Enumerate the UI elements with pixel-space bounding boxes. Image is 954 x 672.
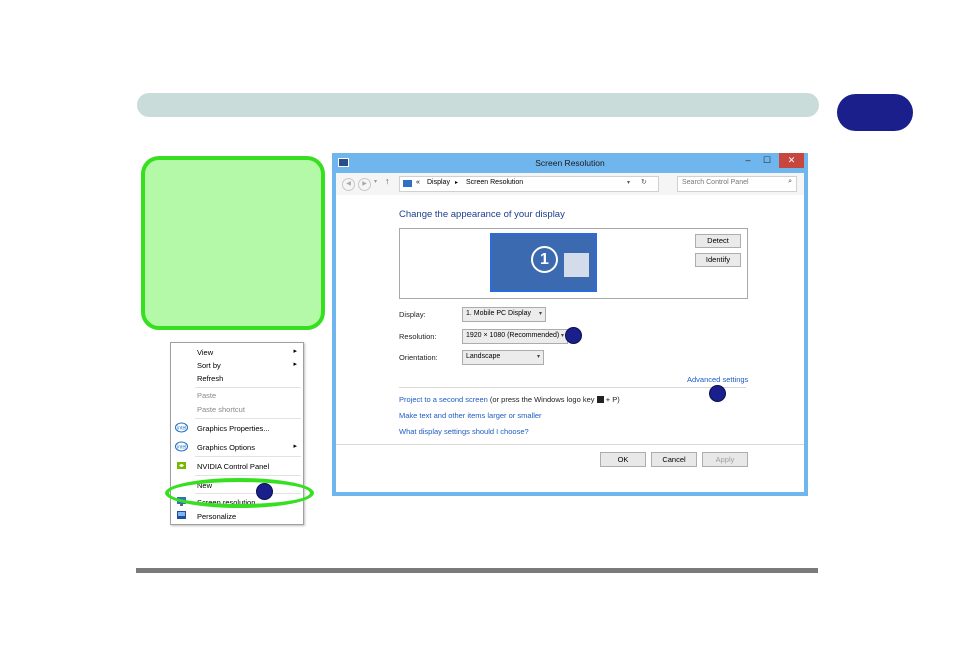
svg-text:intel: intel bbox=[177, 444, 186, 450]
menu-item-sort-by[interactable]: Sort by ▸ bbox=[171, 358, 303, 372]
refresh-icon[interactable]: ↻ bbox=[641, 178, 647, 186]
forward-button[interactable]: ▶ bbox=[358, 178, 371, 191]
footer-rule bbox=[136, 568, 818, 573]
search-icon: ⌕ bbox=[788, 178, 792, 185]
menu-separator bbox=[195, 418, 301, 419]
window-title: Screen Resolution bbox=[535, 158, 605, 168]
chevron-down-icon: ▾ bbox=[538, 311, 542, 317]
resolution-select[interactable]: 1920 × 1080 (Recommended) ▾ bbox=[462, 329, 568, 344]
submenu-arrow-icon: ▸ bbox=[293, 348, 297, 355]
submenu-arrow-icon: ▸ bbox=[293, 443, 297, 450]
recent-dropdown-icon[interactable]: ▾ bbox=[374, 178, 377, 185]
personalize-icon bbox=[177, 511, 186, 519]
intel-icon: intel bbox=[175, 441, 188, 452]
display-label: Display: bbox=[399, 310, 426, 319]
address-bar[interactable]: « Display ▸ Screen Resolution ▾ ↻ bbox=[399, 176, 659, 192]
menu-item-nvidia-control-panel[interactable]: NVIDIA Control Panel bbox=[171, 459, 303, 473]
submenu-arrow-icon: ▸ bbox=[293, 361, 297, 368]
text-size-link[interactable]: Make text and other items larger or smal… bbox=[399, 411, 542, 420]
up-arrow-icon[interactable]: ↑ bbox=[385, 176, 390, 186]
cancel-button[interactable]: Cancel bbox=[651, 452, 697, 467]
menu-item-paste-shortcut[interactable]: Paste shortcut bbox=[171, 402, 303, 416]
windows-logo-icon bbox=[596, 396, 604, 403]
orientation-select[interactable]: Landscape ▾ bbox=[462, 350, 544, 365]
apply-button[interactable]: Apply bbox=[702, 452, 748, 467]
menu-item-graphics-properties[interactable]: intel Graphics Properties... bbox=[171, 421, 303, 435]
breadcrumb-separator-icon: ▸ bbox=[455, 180, 459, 186]
chevron-down-icon: ▾ bbox=[560, 333, 564, 339]
display-icon bbox=[403, 180, 412, 187]
step-marker bbox=[709, 385, 726, 402]
page-heading: Change the appearance of your display bbox=[399, 209, 565, 220]
divider bbox=[399, 387, 746, 388]
intel-icon: intel bbox=[175, 422, 188, 433]
menu-separator bbox=[195, 456, 301, 457]
search-input[interactable]: Search Control Panel ⌕ bbox=[677, 176, 797, 192]
maximize-button[interactable]: ☐ bbox=[759, 153, 775, 168]
menu-item-view[interactable]: View ▸ bbox=[171, 345, 303, 359]
chapter-badge bbox=[837, 94, 913, 131]
menu-item-refresh[interactable]: Refresh bbox=[171, 371, 303, 385]
identify-button[interactable]: Identify bbox=[695, 253, 741, 267]
display-help-link[interactable]: What display settings should I choose? bbox=[399, 427, 529, 436]
chevron-down-icon: ▾ bbox=[536, 354, 540, 360]
address-dropdown-icon[interactable]: ▾ bbox=[627, 179, 630, 186]
step-marker bbox=[565, 327, 582, 344]
orientation-label: Orientation: bbox=[399, 353, 438, 362]
navigation-bar: ◀ ▶ ▾ ↑ « Display ▸ Screen Resolution ▾ … bbox=[336, 173, 804, 195]
svg-text:intel: intel bbox=[177, 425, 186, 431]
display-preview-area: 1 Detect Identify bbox=[399, 228, 748, 299]
menu-item-personalize[interactable]: Personalize bbox=[171, 509, 303, 523]
monitor-1-thumbnail[interactable]: 1 bbox=[490, 233, 597, 292]
back-button[interactable]: ◀ bbox=[342, 178, 355, 191]
project-second-screen-row: Project to a second screen (or press the… bbox=[399, 395, 620, 404]
resolution-label: Resolution: bbox=[399, 332, 437, 341]
breadcrumb-screen-resolution[interactable]: Screen Resolution bbox=[466, 179, 523, 186]
detect-button[interactable]: Detect bbox=[695, 234, 741, 248]
screen-resolution-window: Screen Resolution – ☐ ✕ ◀ ▶ ▾ ↑ « Displa… bbox=[332, 153, 808, 496]
menu-separator bbox=[195, 475, 301, 476]
project-second-screen-link[interactable]: Project to a second screen bbox=[399, 395, 488, 404]
menu-item-paste[interactable]: Paste bbox=[171, 388, 303, 402]
monitor-grid-icon bbox=[564, 253, 589, 277]
screen-resolution-highlight bbox=[165, 478, 314, 508]
header-bar bbox=[137, 93, 819, 117]
minimize-button[interactable]: – bbox=[740, 153, 756, 168]
advanced-settings-link[interactable]: Advanced settings bbox=[687, 375, 748, 384]
display-select[interactable]: 1. Mobile PC Display ▾ bbox=[462, 307, 546, 322]
note-callout-box bbox=[141, 156, 325, 330]
breadcrumb-display[interactable]: Display bbox=[427, 179, 450, 186]
divider bbox=[336, 444, 804, 445]
monitor-number: 1 bbox=[531, 246, 558, 273]
nvidia-icon bbox=[177, 462, 186, 469]
ok-button[interactable]: OK bbox=[600, 452, 646, 467]
menu-item-graphics-options[interactable]: intel Graphics Options ▸ bbox=[171, 440, 303, 454]
step-marker bbox=[256, 483, 273, 500]
close-button[interactable]: ✕ bbox=[779, 153, 804, 168]
title-bar: Screen Resolution – ☐ ✕ bbox=[332, 153, 808, 173]
